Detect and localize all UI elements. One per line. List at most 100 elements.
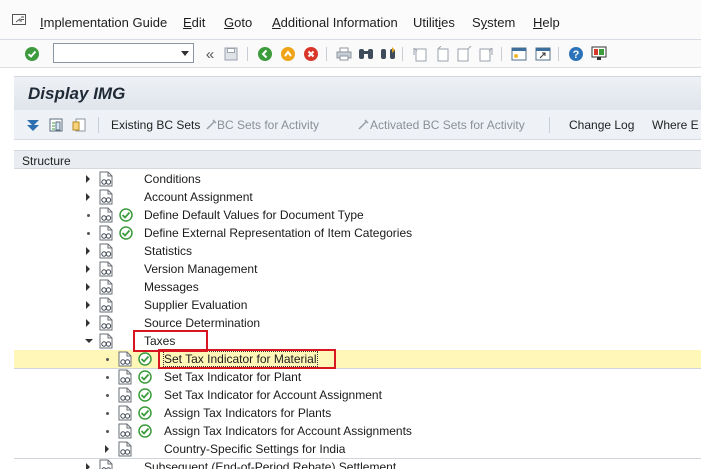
document-icon[interactable] (99, 207, 114, 223)
menu-help[interactable]: Help (533, 15, 560, 30)
bc-sets-for-activity-button[interactable]: BC Sets for Activity (217, 118, 319, 132)
document-icon[interactable] (99, 171, 114, 187)
execute-icon[interactable] (138, 406, 152, 420)
customize-layout-icon[interactable] (590, 45, 608, 63)
expand-subtree-icon[interactable] (24, 116, 42, 134)
command-input[interactable] (54, 44, 172, 62)
tree-node-label[interactable]: Version Management (144, 262, 257, 276)
tree-node-label[interactable]: Define Default Values for Document Type (144, 208, 364, 222)
document-icon[interactable] (99, 189, 114, 205)
last-page-icon[interactable] (477, 45, 495, 63)
expand-node-icon[interactable] (86, 247, 90, 255)
execute-icon[interactable] (138, 352, 152, 366)
change-log-button[interactable]: Change Log (569, 118, 634, 132)
document-icon[interactable] (99, 261, 114, 277)
tree-row[interactable]: Set Tax Indicator for Account Assignment (14, 386, 701, 404)
tree-node-label[interactable]: Statistics (144, 244, 192, 258)
activated-bc-sets-button[interactable]: Activated BC Sets for Activity (370, 118, 525, 132)
expand-node-icon[interactable] (86, 193, 90, 201)
previous-page-icon[interactable] (433, 45, 451, 63)
tree-node-label[interactable]: Subsequent (End-of-Period Rebate) Settle… (144, 460, 396, 469)
tree-row[interactable]: Account Assignment (14, 188, 701, 206)
document-icon[interactable] (118, 441, 133, 457)
menu-system[interactable]: System (472, 15, 515, 30)
document-icon[interactable] (118, 387, 133, 403)
document-icon[interactable] (99, 459, 114, 469)
execute-icon[interactable] (138, 388, 152, 402)
expand-node-icon[interactable] (105, 445, 109, 453)
tree-row[interactable]: Conditions (14, 170, 701, 188)
tree-row[interactable]: Source Determination (14, 314, 701, 332)
document-icon[interactable] (99, 279, 114, 295)
tree-row[interactable]: Set Tax Indicator for Material (14, 350, 701, 368)
tree-node-label[interactable]: Assign Tax Indicators for Plants (164, 406, 331, 420)
save-icon[interactable] (222, 45, 240, 63)
tree-row[interactable]: Subsequent (End-of-Period Rebate) Settle… (14, 458, 701, 469)
document-icon[interactable] (99, 333, 114, 349)
command-field[interactable] (53, 43, 194, 63)
expand-node-icon[interactable] (86, 265, 90, 273)
expand-node-icon[interactable] (86, 283, 90, 291)
tree-node-label[interactable]: Define External Representation of Item C… (144, 226, 412, 240)
tree-node-label[interactable]: Set Tax Indicator for Plant (164, 370, 301, 384)
menu-icon[interactable] (12, 14, 26, 25)
tree-row[interactable]: Taxes (14, 332, 701, 350)
existing-bc-sets-button[interactable]: Existing BC Sets (111, 118, 200, 132)
where-used-button[interactable]: Where E (652, 118, 699, 132)
documentation-icon[interactable] (70, 116, 88, 134)
document-icon[interactable] (99, 315, 114, 331)
expand-node-icon[interactable] (86, 463, 90, 469)
collapse-node-icon[interactable] (85, 339, 93, 343)
tree-row[interactable]: Version Management (14, 260, 701, 278)
tree-row[interactable]: Statistics (14, 242, 701, 260)
release-notes-icon[interactable] (47, 116, 65, 134)
next-page-icon[interactable] (455, 45, 473, 63)
expand-node-icon[interactable] (86, 301, 90, 309)
expand-node-icon[interactable] (86, 175, 90, 183)
tree-node-label[interactable]: Conditions (144, 172, 201, 186)
help-icon[interactable]: ? (567, 45, 585, 63)
collapse-command-field-icon[interactable]: « (201, 45, 219, 63)
execute-icon[interactable] (119, 208, 133, 222)
tree-node-label[interactable]: Account Assignment (144, 190, 253, 204)
execute-icon[interactable] (138, 370, 152, 384)
menu-edit[interactable]: Edit (183, 15, 205, 30)
tree-row[interactable]: Supplier Evaluation (14, 296, 701, 314)
menu-goto[interactable]: Goto (224, 15, 252, 30)
find-icon[interactable] (357, 45, 375, 63)
execute-icon[interactable] (119, 226, 133, 240)
menu-implementation-guide[interactable]: Implementation Guide (40, 15, 167, 30)
tree-node-label[interactable]: Source Determination (144, 316, 260, 330)
tree-node-label[interactable]: Supplier Evaluation (144, 298, 247, 312)
tree-node-label[interactable]: Set Tax Indicator for Account Assignment (164, 388, 382, 402)
exit-icon[interactable] (279, 45, 297, 63)
tree-row[interactable]: Set Tax Indicator for Plant (14, 368, 701, 386)
tree-row[interactable]: Messages (14, 278, 701, 296)
tree-node-label[interactable]: Messages (144, 280, 199, 294)
tree-node-label[interactable]: Country-Specific Settings for India (164, 442, 345, 456)
back-icon[interactable] (256, 45, 274, 63)
document-icon[interactable] (99, 297, 114, 313)
tree-row[interactable]: Define Default Values for Document Type (14, 206, 701, 224)
enter-check-icon[interactable] (23, 45, 41, 63)
document-icon[interactable] (118, 351, 133, 367)
tree-row[interactable]: Assign Tax Indicators for Plants (14, 404, 701, 422)
menu-utilities[interactable]: Utilities (413, 15, 455, 30)
document-icon[interactable] (118, 423, 133, 439)
document-icon[interactable] (118, 369, 133, 385)
tree-row[interactable]: Define External Representation of Item C… (14, 224, 701, 242)
shortcut-icon[interactable] (534, 45, 552, 63)
print-icon[interactable] (335, 45, 353, 63)
tree-row[interactable]: Country-Specific Settings for India (14, 440, 701, 458)
execute-icon[interactable] (138, 424, 152, 438)
menu-additional-information[interactable]: Additional Information (272, 15, 398, 30)
document-icon[interactable] (99, 243, 114, 259)
tree-row[interactable]: Assign Tax Indicators for Account Assign… (14, 422, 701, 440)
create-session-icon[interactable] (510, 45, 528, 63)
document-icon[interactable] (118, 405, 133, 421)
expand-node-icon[interactable] (86, 319, 90, 327)
chevron-down-icon[interactable] (181, 51, 189, 56)
document-icon[interactable] (99, 225, 114, 241)
tree-node-label[interactable]: Assign Tax Indicators for Account Assign… (164, 424, 412, 438)
first-page-icon[interactable] (411, 45, 429, 63)
